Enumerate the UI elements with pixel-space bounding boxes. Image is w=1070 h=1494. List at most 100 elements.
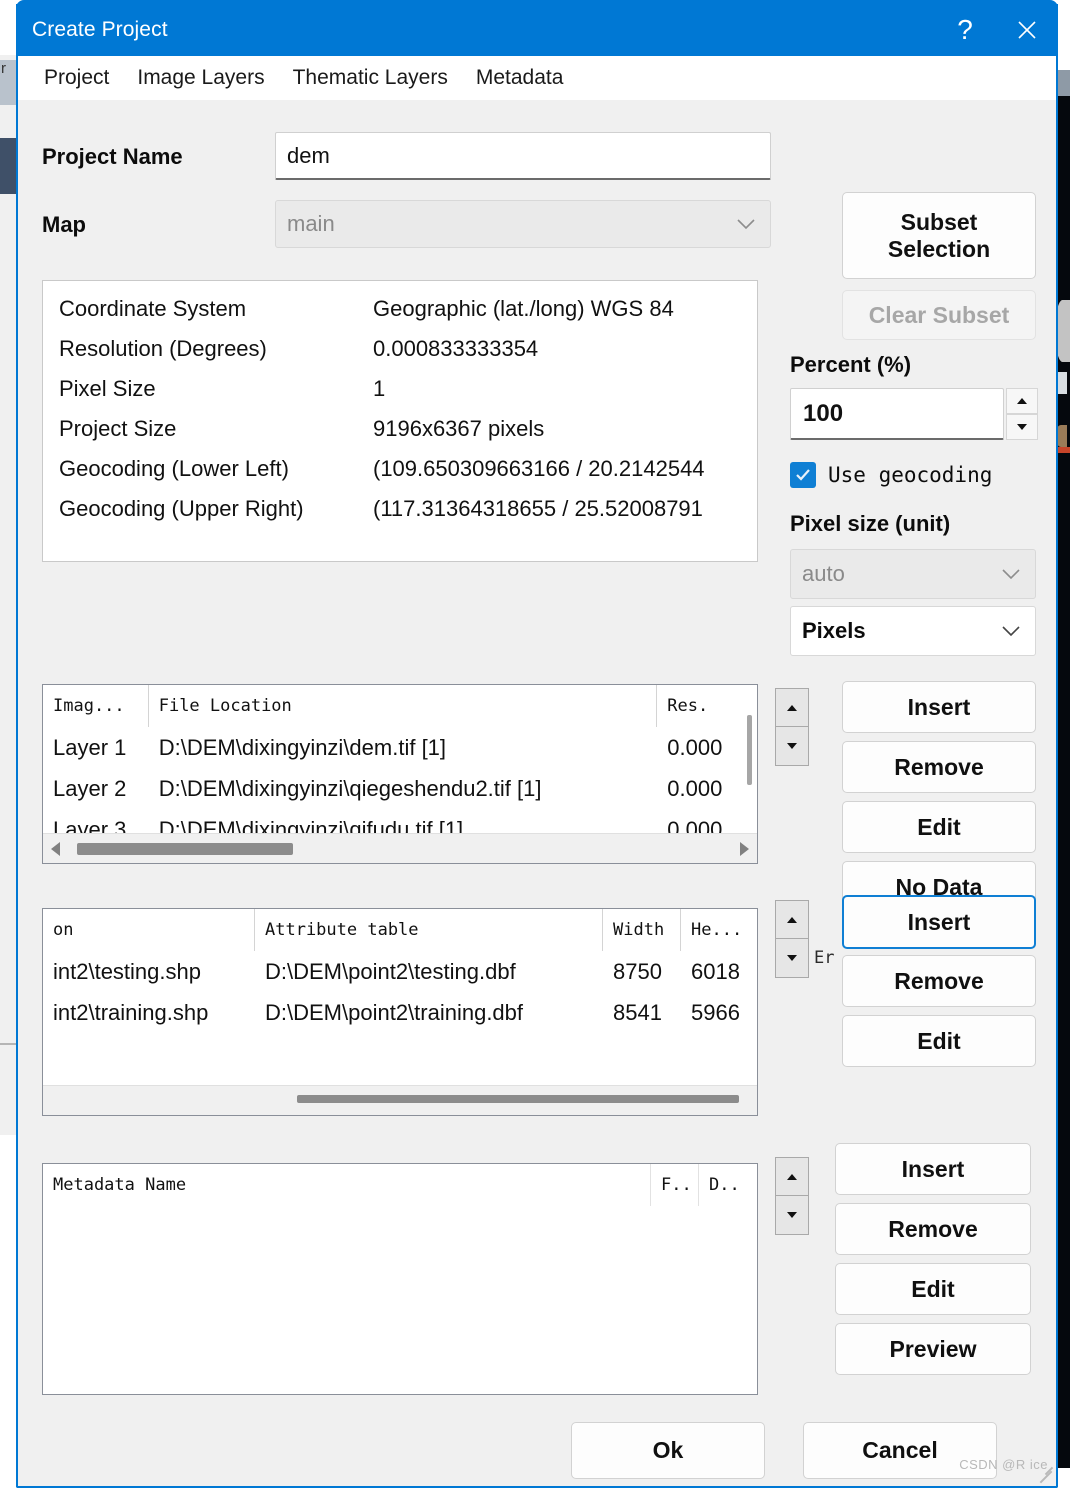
column-header-width[interactable]: Width <box>603 909 681 951</box>
thematic-layers-listbox[interactable]: on Attribute table Width He... int2\test… <box>42 908 758 1116</box>
menu-item-image-layers[interactable]: Image Layers <box>123 66 278 90</box>
move-down-button[interactable] <box>776 1196 808 1234</box>
thematic-layers-remove-button[interactable]: Remove <box>842 955 1036 1007</box>
table-row[interactable]: Layer 2 D:\DEM\dixingyinzi\qiegeshendu2.… <box>43 768 757 809</box>
pixel-unit-combobox[interactable]: Pixels <box>790 606 1036 656</box>
column-header-height[interactable]: He... <box>681 909 755 951</box>
move-up-button[interactable] <box>776 1158 808 1196</box>
pixel-size-combobox[interactable]: auto <box>790 549 1036 599</box>
scrollbar-thumb[interactable] <box>297 1094 739 1103</box>
scroll-right-arrow-icon[interactable] <box>731 841 757 857</box>
menu-item-thematic-layers[interactable]: Thematic Layers <box>279 66 462 90</box>
caret-down-icon <box>787 1212 797 1218</box>
percent-input[interactable]: 100 <box>790 388 1004 440</box>
image-layers-edit-button[interactable]: Edit <box>842 801 1036 853</box>
thematic-layers-insert-button[interactable]: Insert <box>842 895 1036 949</box>
column-header-metadata-name[interactable]: Metadata Name <box>43 1164 651 1206</box>
ok-button[interactable]: Ok <box>571 1422 765 1479</box>
metadata-move-spinner[interactable] <box>775 1157 809 1235</box>
window-controls: ? <box>934 0 1058 56</box>
info-row: Geocoding (Upper Right) (117.31364318655… <box>43 489 757 529</box>
cell-width: 8541 <box>613 999 662 1025</box>
column-header-file-location[interactable]: File Location <box>149 685 658 727</box>
image-layers-listbox[interactable]: Imag... File Location Res. Layer 1 D:\DE… <box>42 684 758 864</box>
thematic-layers-move-spinner[interactable] <box>775 900 809 978</box>
scrollbar-thumb[interactable] <box>747 715 752 785</box>
menu-item-metadata[interactable]: Metadata <box>462 66 578 90</box>
close-button[interactable] <box>996 4 1058 56</box>
column-header-res[interactable]: Res. <box>657 685 757 727</box>
scroll-left-arrow-icon[interactable] <box>43 841 69 857</box>
metadata-preview-button[interactable]: Preview <box>835 1323 1031 1375</box>
caret-up-icon <box>787 1173 797 1180</box>
info-key: Project Size <box>59 416 177 441</box>
table-row[interactable]: int2\testing.shp D:\DEM\point2\testing.d… <box>43 951 757 992</box>
metadata-remove-button[interactable]: Remove <box>835 1203 1031 1255</box>
map-combobox[interactable]: main <box>275 200 771 248</box>
caret-up-icon <box>1017 398 1027 404</box>
info-row: Project Size 9196x6367 pixels <box>43 409 757 449</box>
percent-decrement-button[interactable] <box>1006 414 1038 440</box>
map-label: Map <box>42 212 86 237</box>
background-viewer-shape-2 <box>1057 372 1067 394</box>
cell-height: 6018 <box>691 958 740 984</box>
resize-grip[interactable] <box>1036 1462 1054 1484</box>
image-layers-horizontal-scrollbar[interactable] <box>43 833 757 863</box>
thematic-layers-header-row: on Attribute table Width He... <box>43 909 757 951</box>
window-title: Create Project <box>32 18 168 41</box>
info-key: Coordinate System <box>59 296 247 321</box>
column-header-attribute-table[interactable]: Attribute table <box>255 909 603 951</box>
metadata-listbox[interactable]: Metadata Name F.. D.. <box>42 1163 758 1395</box>
checkmark-icon <box>796 469 810 481</box>
subset-selection-label-line2: Selection <box>887 235 991 262</box>
caret-down-icon <box>787 743 797 749</box>
metadata-header-row: Metadata Name F.. D.. <box>43 1164 757 1206</box>
cell-file: D:\DEM\dixingyinzi\qiegeshendu2.tif [1] <box>158 775 542 801</box>
image-layers-vertical-scrollbar[interactable] <box>747 691 755 829</box>
dialog-body: Project Name dem Map main Coordinate Sys… <box>18 100 1056 1484</box>
move-down-button[interactable] <box>776 727 808 765</box>
cell-file: D:\DEM\dixingyinzi\dem.tif [1] <box>158 734 447 760</box>
table-row[interactable]: Layer 1 D:\DEM\dixingyinzi\dem.tif [1] 0… <box>43 727 757 768</box>
project-name-input[interactable]: dem <box>275 132 771 180</box>
scrollbar-track[interactable] <box>69 842 731 855</box>
scrollbar-track[interactable] <box>49 1094 751 1107</box>
column-header-d[interactable]: D.. <box>699 1164 751 1206</box>
image-layers-remove-button[interactable]: Remove <box>842 741 1036 793</box>
image-layers-insert-button[interactable]: Insert <box>842 681 1036 733</box>
percent-increment-button[interactable] <box>1006 388 1038 414</box>
move-down-button[interactable] <box>776 939 808 977</box>
column-header-f[interactable]: F.. <box>651 1164 699 1206</box>
cell-layer: Layer 1 <box>53 734 127 760</box>
help-button[interactable]: ? <box>934 4 996 56</box>
thematic-layers-horizontal-scrollbar[interactable] <box>43 1085 757 1115</box>
background-left-fragment-text: r <box>1 60 6 77</box>
use-geocoding-checkbox[interactable]: Use geocoding <box>790 462 992 488</box>
checkbox-box <box>790 462 816 488</box>
pixel-size-label: Pixel size (unit) <box>790 511 951 536</box>
metadata-insert-button[interactable]: Insert <box>835 1143 1031 1195</box>
clear-subset-button[interactable]: Clear Subset <box>842 290 1036 340</box>
cell-height: 5966 <box>691 999 740 1025</box>
info-row: Pixel Size 1 <box>43 369 757 409</box>
map-combobox-value: main <box>287 211 335 236</box>
image-layers-move-spinner[interactable] <box>775 688 809 766</box>
table-row[interactable]: int2\training.shp D:\DEM\point2\training… <box>43 992 757 1033</box>
caret-down-icon <box>787 955 797 961</box>
menu-item-project[interactable]: Project <box>30 66 123 90</box>
metadata-edit-button[interactable]: Edit <box>835 1263 1031 1315</box>
percent-label: Percent (%) <box>790 352 912 377</box>
cell-layer: Layer 2 <box>53 775 127 801</box>
percent-spinner[interactable]: 100 <box>790 388 1038 440</box>
thematic-layers-stray-label: Er <box>814 948 835 968</box>
caret-down-icon <box>1017 424 1027 430</box>
move-up-button[interactable] <box>776 901 808 939</box>
percent-spinner-buttons <box>1006 388 1038 440</box>
subset-selection-button[interactable]: Subset Selection <box>842 192 1036 279</box>
scrollbar-thumb[interactable] <box>77 842 293 855</box>
column-header-image[interactable]: Imag... <box>43 685 149 727</box>
info-key: Pixel Size <box>59 376 156 401</box>
move-up-button[interactable] <box>776 689 808 727</box>
thematic-layers-edit-button[interactable]: Edit <box>842 1015 1036 1067</box>
column-header-location[interactable]: on <box>43 909 255 951</box>
